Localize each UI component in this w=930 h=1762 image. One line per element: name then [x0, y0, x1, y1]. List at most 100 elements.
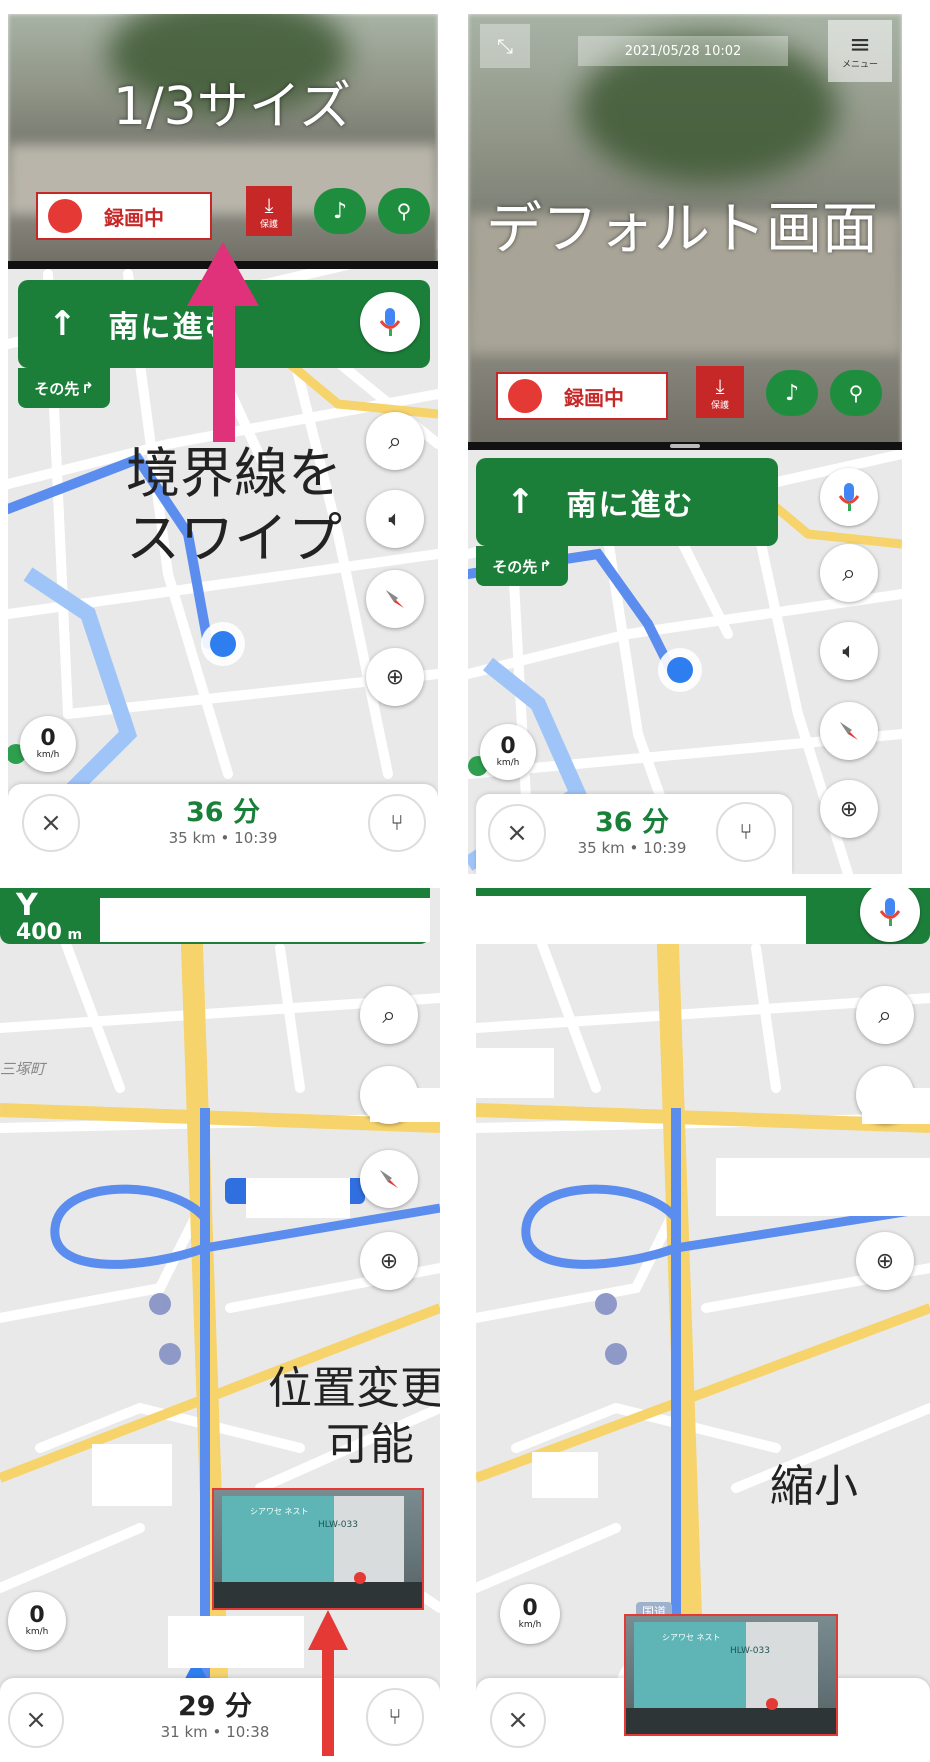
exit-fullscreen-button[interactable]: ⤡	[480, 24, 530, 68]
add-report-button[interactable]: ⊕	[820, 780, 878, 838]
redacted-label	[716, 1158, 930, 1216]
search-icon: ⌕	[388, 427, 402, 455]
then-label: その先	[34, 379, 80, 398]
redacted-road-name	[476, 896, 806, 944]
pip-truck-plate: HLW-033	[318, 1520, 358, 1530]
compass-button[interactable]	[820, 702, 878, 760]
alternate-routes-button[interactable]: ⑂	[716, 802, 776, 862]
close-icon: ×	[25, 1705, 47, 1735]
navigation-instruction-card[interactable]: ↑ 南に進む	[476, 458, 778, 546]
eta-detail: 35 km • 10:39	[168, 829, 278, 847]
nav-instruction-text: 南に進む	[566, 488, 695, 523]
record-label: 録画中	[564, 385, 624, 410]
movable-caption-line2: 可能	[326, 1419, 414, 1470]
music-button[interactable]: ♪	[314, 188, 366, 234]
eta-unit: 分	[224, 1691, 252, 1722]
speed-unit: km/h	[496, 758, 520, 768]
speaker-icon: 🔈︎	[842, 638, 856, 664]
sound-button[interactable]: 🔈︎	[366, 490, 424, 548]
redacted-label	[246, 1178, 350, 1218]
trip-summary-bar: × 36 分 35 km • 10:39 ⑂	[476, 794, 792, 874]
camera-view[interactable]: ⤡ 2021/05/28 10:02 ≡ メニュー デフォルト画面 録画中 ⤓ …	[468, 14, 902, 450]
music-icon: ♪	[784, 380, 800, 406]
recording-button[interactable]: 録画中	[36, 192, 212, 240]
pip-truck-text: シアワセ ネスト	[662, 1633, 721, 1642]
pip-camera-window[interactable]: シアワセ ネスト HLW-033	[212, 1488, 424, 1610]
alternate-routes-button[interactable]: ⑂	[368, 794, 426, 852]
save-icon: ⤓	[715, 373, 725, 398]
distance-value: 400	[16, 920, 62, 945]
straight-arrow-icon: ↑	[506, 482, 535, 522]
eta-unit: 分	[641, 807, 669, 838]
alt-route-icon: ⑂	[390, 810, 404, 836]
alt-route-icon: ⑂	[388, 1704, 402, 1730]
sound-button[interactable]: 🔈︎	[820, 622, 878, 680]
speed-unit: km/h	[36, 750, 60, 760]
record-label: 録画中	[104, 205, 164, 230]
close-navigation-button[interactable]: ×	[8, 1692, 64, 1748]
recording-button[interactable]: 録画中	[496, 372, 668, 420]
then-chip[interactable]: その先 ↱	[18, 368, 110, 408]
resize-handle[interactable]	[670, 444, 700, 448]
speedometer: 0 km/h	[480, 724, 536, 780]
pip-camera-window[interactable]: シアワセ ネスト HLW-033	[624, 1614, 838, 1736]
camera-view[interactable]: 1/3サイズ 録画中 ⤓ 保護 ♪ ⚲	[8, 14, 438, 269]
then-label: その先	[492, 557, 538, 576]
close-navigation-button[interactable]: ×	[22, 794, 80, 852]
redacted-label	[476, 1048, 554, 1098]
location-button[interactable]: ⚲	[830, 370, 882, 416]
close-icon: ×	[507, 1705, 529, 1735]
then-chip[interactable]: その先 ↱	[476, 546, 568, 586]
search-icon: ⌕	[382, 1001, 396, 1029]
shrink-caption: 縮小	[770, 1461, 858, 1512]
add-report-button[interactable]: ⊕	[366, 648, 424, 706]
save-button[interactable]: ⤓ 保護	[246, 186, 292, 236]
add-report-button[interactable]: ⊕	[360, 1232, 418, 1290]
distance-unit: m	[67, 927, 83, 943]
save-button[interactable]: ⤓ 保護	[696, 366, 744, 418]
drag-arrow	[308, 1610, 348, 1756]
search-button[interactable]: ⌕	[856, 986, 914, 1044]
compass-button[interactable]	[360, 1150, 418, 1208]
trip-summary-bar: × 36 分 35 km • 10:39 ⑂	[8, 784, 438, 864]
eta-block: 29 分 31 km • 10:38	[120, 1684, 310, 1741]
record-dot-icon	[508, 379, 542, 413]
redacted-label	[862, 1088, 930, 1124]
music-button[interactable]: ♪	[766, 370, 818, 416]
close-icon: ×	[506, 818, 528, 848]
redacted-label	[92, 1444, 172, 1506]
speed-value: 0	[500, 734, 516, 759]
pip-truck-plate: HLW-033	[730, 1646, 770, 1656]
close-navigation-button[interactable]: ×	[488, 804, 546, 862]
close-navigation-button[interactable]: ×	[490, 1692, 546, 1748]
search-button[interactable]: ⌕	[360, 986, 418, 1044]
eta-block: 36 分 35 km • 10:39	[128, 790, 318, 847]
mic-icon	[879, 898, 901, 926]
pip-record-dot-icon	[354, 1572, 366, 1584]
record-dot-icon	[48, 199, 82, 233]
voice-search-button[interactable]	[360, 292, 420, 352]
save-label: 保護	[710, 400, 729, 411]
location-icon: ⚲	[848, 381, 864, 405]
speedometer: 0 km/h	[500, 1584, 560, 1644]
panel-one-third-size: 1/3サイズ 録画中 ⤓ 保護 ♪ ⚲ ↑ 南に進む その先 ↱ ⌕ 🔈︎ ⊕ 0…	[8, 14, 438, 864]
menu-button[interactable]: ≡ メニュー	[828, 20, 892, 82]
alternate-routes-button[interactable]: ⑂	[366, 1688, 424, 1746]
add-report-icon: ⊕	[379, 1248, 399, 1274]
speedometer: 0 km/h	[20, 716, 76, 772]
panel-default-screen: ⤡ 2021/05/28 10:02 ≡ メニュー デフォルト画面 録画中 ⤓ …	[468, 14, 902, 874]
pip-truck-text: シアワセ ネスト	[250, 1507, 309, 1516]
collapse-icon: ⤡	[497, 34, 513, 58]
add-report-button[interactable]: ⊕	[856, 1232, 914, 1290]
voice-search-button[interactable]	[820, 468, 878, 526]
location-button[interactable]: ⚲	[378, 188, 430, 234]
search-button[interactable]: ⌕	[366, 412, 424, 470]
location-icon: ⚲	[396, 199, 412, 223]
speed-value: 0	[522, 1596, 538, 1621]
size-caption: 1/3サイズ	[113, 77, 352, 137]
search-button[interactable]: ⌕	[820, 544, 878, 602]
add-report-icon: ⊕	[839, 796, 859, 822]
compass-button[interactable]	[366, 570, 424, 628]
hamburger-icon: ≡	[849, 29, 871, 60]
eta-block: 36 分 35 km • 10:39	[552, 800, 712, 857]
